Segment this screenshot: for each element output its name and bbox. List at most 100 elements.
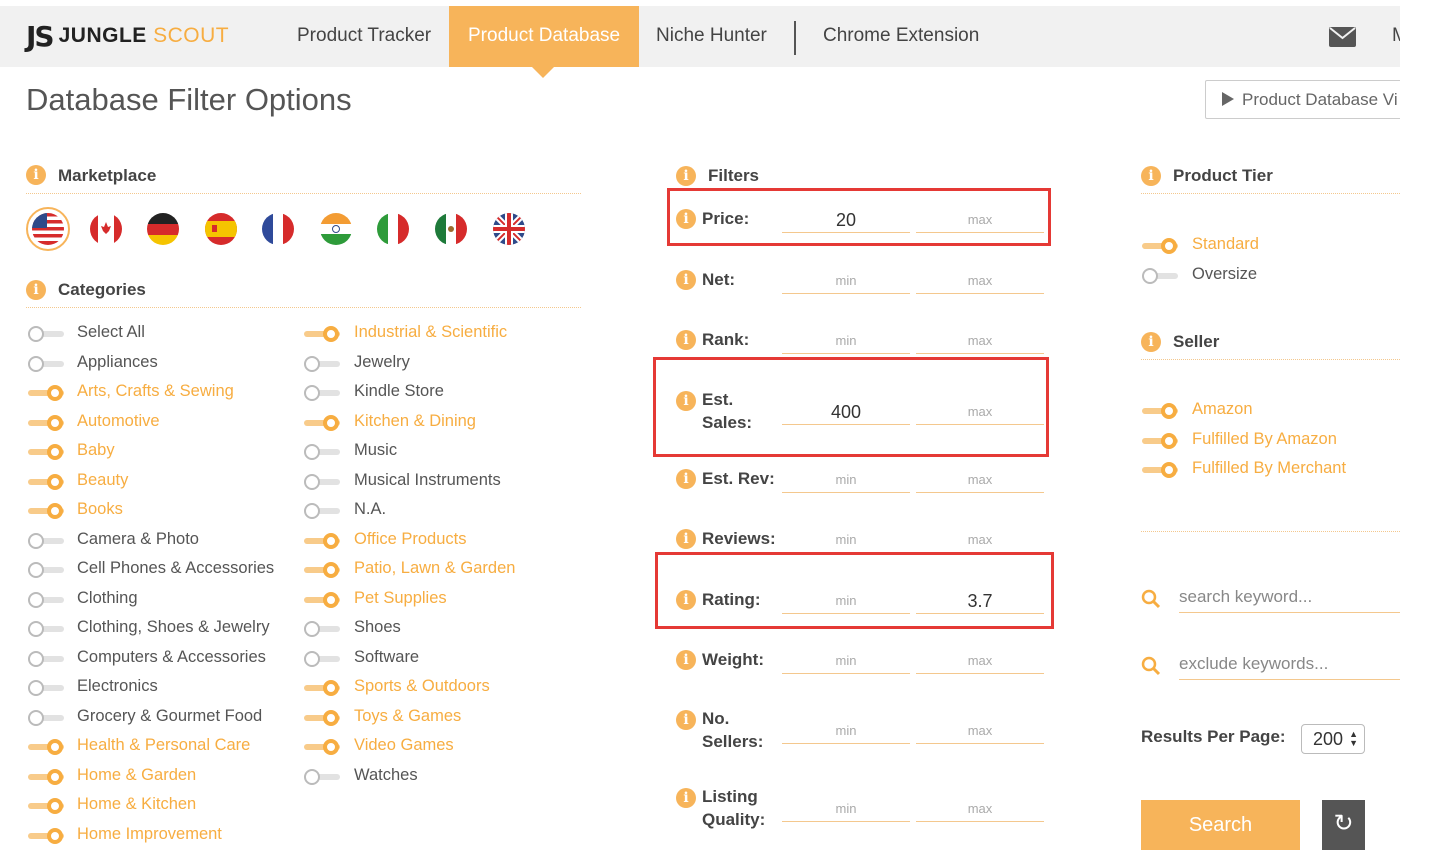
category-computers-accessories-label[interactable]: Computers & Accessories xyxy=(77,648,266,667)
category-clothing-label[interactable]: Clothing xyxy=(77,589,138,608)
category-patio-lawn-garden-label[interactable]: Patio, Lawn & Garden xyxy=(354,559,515,578)
category-kindle-store-label[interactable]: Kindle Store xyxy=(354,382,444,401)
filter-no-sellers-max-input[interactable]: max xyxy=(916,718,1044,744)
category-clothing-toggle[interactable] xyxy=(28,591,64,608)
exclude-keywords-input[interactable]: exclude keywords... xyxy=(1179,650,1400,680)
filter-listing-quality-max-input[interactable]: max xyxy=(916,796,1044,822)
mexico-flag-icon[interactable] xyxy=(435,213,467,245)
category-software-toggle[interactable] xyxy=(304,650,340,667)
category-automotive-label[interactable]: Automotive xyxy=(77,412,160,431)
category-n-a-toggle[interactable] xyxy=(304,503,340,519)
info-icon[interactable]: i xyxy=(26,280,46,300)
category-select-all-toggle[interactable] xyxy=(28,326,64,342)
search-keyword-input[interactable]: search keyword... xyxy=(1179,583,1400,613)
tier-standard-toggle[interactable] xyxy=(1142,238,1178,254)
category-computers-accessories-toggle[interactable] xyxy=(28,650,64,667)
category-sports-outdoors-label[interactable]: Sports & Outdoors xyxy=(354,677,490,696)
category-arts-crafts-sewing-toggle[interactable] xyxy=(28,385,64,401)
seller-fulfilled-by-merchant-toggle[interactable] xyxy=(1142,462,1178,478)
seller-amazon-label[interactable]: Amazon xyxy=(1192,400,1253,419)
category-music-label[interactable]: Music xyxy=(354,441,397,460)
category-home-improvement-label[interactable]: Home Improvement xyxy=(77,825,222,844)
category-office-products-toggle[interactable] xyxy=(304,532,340,549)
nav-niche-hunter[interactable]: Niche Hunter xyxy=(656,6,767,67)
filter-net-min-input[interactable]: min xyxy=(782,268,910,294)
filter-est-rev-min-input[interactable]: min xyxy=(782,467,910,493)
category-pet-supplies-label[interactable]: Pet Supplies xyxy=(354,589,447,608)
nav-product-tracker[interactable]: Product Tracker xyxy=(297,6,431,67)
category-baby-label[interactable]: Baby xyxy=(77,441,115,460)
category-beauty-label[interactable]: Beauty xyxy=(77,471,128,490)
category-industrial-scientific-label[interactable]: Industrial & Scientific xyxy=(354,323,507,342)
category-shoes-label[interactable]: Shoes xyxy=(354,618,401,637)
category-patio-lawn-garden-toggle[interactable] xyxy=(304,562,340,578)
tier-standard-label[interactable]: Standard xyxy=(1192,235,1259,254)
category-select-all-label[interactable]: Select All xyxy=(77,323,145,342)
category-clothing-shoes-jewelry-toggle[interactable] xyxy=(28,621,64,637)
info-icon[interactable]: i xyxy=(676,166,696,186)
filter-reviews-max-input[interactable]: max xyxy=(916,527,1044,553)
seller-amazon-toggle[interactable] xyxy=(1142,403,1178,419)
category-appliances-toggle[interactable] xyxy=(28,355,64,372)
reset-icon[interactable]: ↻ xyxy=(1322,800,1365,850)
filter-weight-min-input[interactable]: min xyxy=(782,648,910,674)
nav-product-database[interactable]: Product Database xyxy=(449,6,640,67)
category-health-personal-care-toggle[interactable] xyxy=(28,739,64,755)
nav-chrome-extension[interactable]: Chrome Extension xyxy=(823,6,979,67)
category-musical-instruments-toggle[interactable] xyxy=(304,473,340,490)
category-musical-instruments-label[interactable]: Musical Instruments xyxy=(354,471,501,490)
category-camera-photo-toggle[interactable] xyxy=(28,532,64,549)
category-beauty-toggle[interactable] xyxy=(28,473,64,490)
category-industrial-scientific-toggle[interactable] xyxy=(304,326,340,342)
tier-oversize-label[interactable]: Oversize xyxy=(1192,265,1257,284)
canada-flag-icon[interactable] xyxy=(90,213,122,245)
category-home-garden-label[interactable]: Home & Garden xyxy=(77,766,196,785)
category-kitchen-dining-label[interactable]: Kitchen & Dining xyxy=(354,412,476,431)
category-kindle-store-toggle[interactable] xyxy=(304,385,340,401)
jungle-scout-logo[interactable]: JS JUNGLE SCOUT xyxy=(26,20,229,53)
category-books-label[interactable]: Books xyxy=(77,500,123,519)
category-books-toggle[interactable] xyxy=(28,503,64,519)
info-icon[interactable]: i xyxy=(676,270,696,290)
category-home-garden-toggle[interactable] xyxy=(28,768,64,785)
info-icon[interactable]: i xyxy=(676,650,696,670)
france-flag-icon[interactable] xyxy=(262,213,294,245)
category-video-games-label[interactable]: Video Games xyxy=(354,736,454,755)
info-icon[interactable]: i xyxy=(1141,332,1161,352)
spain-flag-icon[interactable] xyxy=(205,213,237,245)
category-health-personal-care-label[interactable]: Health & Personal Care xyxy=(77,736,250,755)
filter-reviews-min-input[interactable]: min xyxy=(782,527,910,553)
category-shoes-toggle[interactable] xyxy=(304,621,340,637)
category-camera-photo-label[interactable]: Camera & Photo xyxy=(77,530,199,549)
category-home-improvement-toggle[interactable] xyxy=(28,827,64,844)
category-grocery-gourmet-food-label[interactable]: Grocery & Gourmet Food xyxy=(77,707,262,726)
category-electronics-toggle[interactable] xyxy=(28,680,64,696)
filter-listing-quality-min-input[interactable]: min xyxy=(782,796,910,822)
category-n-a-label[interactable]: N.A. xyxy=(354,500,386,519)
category-jewelry-label[interactable]: Jewelry xyxy=(354,353,410,372)
category-arts-crafts-sewing-label[interactable]: Arts, Crafts & Sewing xyxy=(77,382,234,401)
info-icon[interactable]: i xyxy=(676,469,696,489)
category-music-toggle[interactable] xyxy=(304,444,340,460)
mail-icon[interactable] xyxy=(1329,27,1356,47)
info-icon[interactable]: i xyxy=(1141,166,1161,186)
category-toys-games-toggle[interactable] xyxy=(304,709,340,726)
info-icon[interactable]: i xyxy=(26,165,46,185)
category-software-label[interactable]: Software xyxy=(354,648,419,667)
category-watches-toggle[interactable] xyxy=(304,768,340,785)
india-flag-icon[interactable] xyxy=(320,213,352,245)
info-icon[interactable]: i xyxy=(676,788,696,808)
category-home-kitchen-toggle[interactable] xyxy=(28,798,64,814)
germany-flag-icon[interactable] xyxy=(147,213,179,245)
tier-oversize-toggle[interactable] xyxy=(1142,268,1178,284)
category-sports-outdoors-toggle[interactable] xyxy=(304,680,340,696)
italy-flag-icon[interactable] xyxy=(377,213,409,245)
category-video-games-toggle[interactable] xyxy=(304,739,340,755)
category-toys-games-label[interactable]: Toys & Games xyxy=(354,707,461,726)
category-grocery-gourmet-food-toggle[interactable] xyxy=(28,709,64,726)
filter-no-sellers-min-input[interactable]: min xyxy=(782,718,910,744)
filter-weight-max-input[interactable]: max xyxy=(916,648,1044,674)
filter-net-max-input[interactable]: max xyxy=(916,268,1044,294)
info-icon[interactable]: i xyxy=(676,710,696,730)
results-per-page-select[interactable]: 200 ▲ ▼ xyxy=(1301,724,1365,754)
